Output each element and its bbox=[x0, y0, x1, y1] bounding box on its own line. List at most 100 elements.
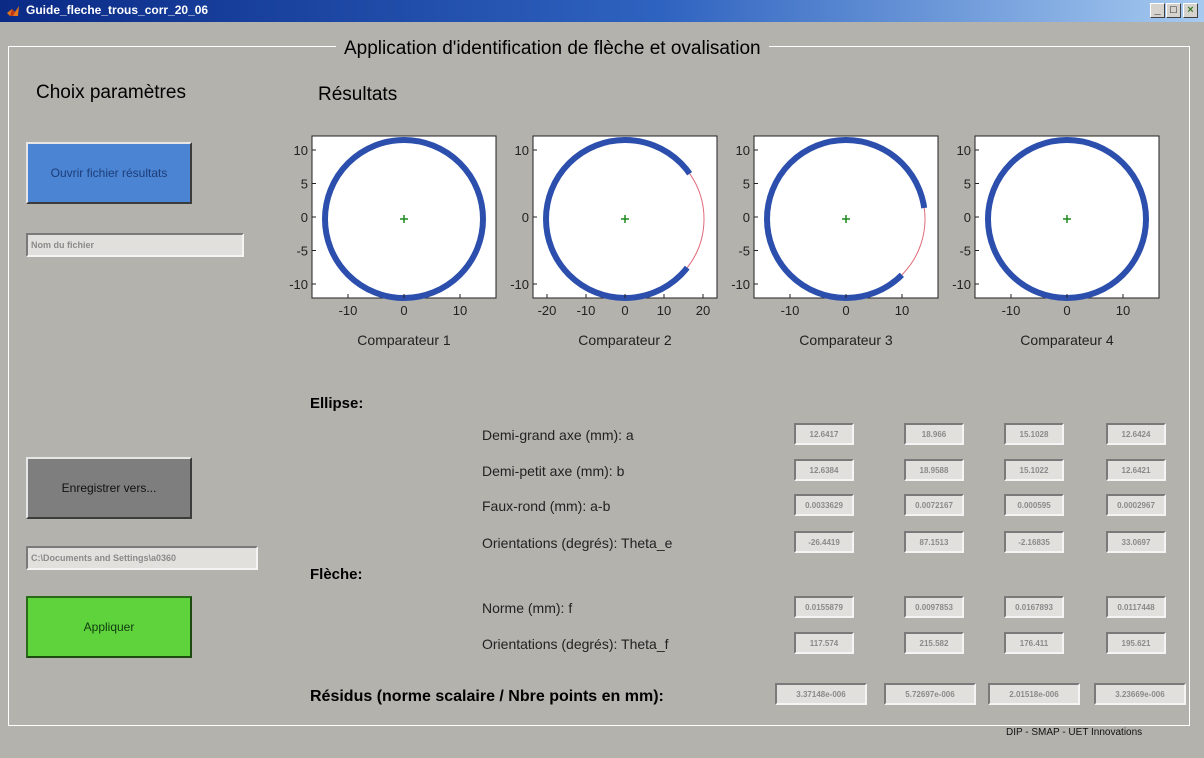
x-tick-label: 10 bbox=[657, 303, 671, 318]
results-heading: Résultats bbox=[318, 84, 398, 105]
plot-comparateur-3: 10 5 0 -5 -10 -10 0 10 Comparateur 3 bbox=[712, 128, 942, 358]
fleche-value-field: 215.582 bbox=[904, 632, 964, 654]
y-tick-label: 5 bbox=[301, 177, 308, 192]
y-tick-label: 0 bbox=[301, 210, 308, 225]
fleche-heading: Flèche: bbox=[310, 566, 363, 583]
plot-caption: Comparateur 4 bbox=[1020, 332, 1114, 348]
ellipse-value-field: -26.4419 bbox=[794, 531, 854, 553]
y-tick-label: 10 bbox=[736, 143, 750, 158]
residus-value-field: 5.72697e-006 bbox=[884, 683, 976, 705]
x-tick-label: 20 bbox=[696, 303, 710, 318]
open-results-file-label: Ouvrir fichier résultats bbox=[50, 166, 168, 180]
ellipse-value-field: 12.6424 bbox=[1106, 423, 1166, 445]
y-tick-label: -10 bbox=[289, 277, 308, 292]
plot-caption: Comparateur 1 bbox=[357, 332, 451, 348]
ellipse-value-field: 0.0033629 bbox=[794, 494, 854, 516]
filename-value: Nom du fichier bbox=[31, 240, 95, 250]
maximize-button[interactable]: □ bbox=[1166, 3, 1181, 18]
x-tick-label: 0 bbox=[621, 303, 628, 318]
plot-caption: Comparateur 3 bbox=[799, 332, 893, 348]
fleche-value-field: 0.0167893 bbox=[1004, 596, 1064, 618]
x-tick-label: 10 bbox=[453, 303, 467, 318]
plot-svg-3: 10 5 0 -5 -10 -10 0 10 bbox=[731, 135, 939, 318]
x-tick-label: -10 bbox=[781, 303, 800, 318]
window-title: Guide_fleche_trous_corr_20_06 bbox=[26, 3, 209, 17]
y-tick-label: -10 bbox=[731, 277, 750, 292]
residus-value-field: 3.23669e-006 bbox=[1094, 683, 1186, 705]
open-results-file-button[interactable]: Ouvrir fichier résultats bbox=[26, 142, 192, 204]
x-tick-label: 10 bbox=[1116, 303, 1130, 318]
ellipse-value-field: -2.16835 bbox=[1004, 531, 1064, 553]
x-tick-label: 10 bbox=[895, 303, 909, 318]
plot-svg-4: 10 5 0 -5 -10 -10 0 10 bbox=[952, 135, 1160, 318]
plot-comparateur-2: 10 0 -10 -20 -10 0 10 20 Comparateur 2 bbox=[491, 128, 721, 358]
page-title: Application d'identification de flèche e… bbox=[336, 38, 769, 60]
ellipse-value-field: 12.6417 bbox=[794, 423, 854, 445]
window-title-bar: Guide_fleche_trous_corr_20_06 _ □ × bbox=[0, 0, 1204, 22]
ellipse-row-label: Orientations (degrés): Theta_e bbox=[482, 535, 673, 551]
y-tick-label: 5 bbox=[743, 177, 750, 192]
x-tick-label: -10 bbox=[1002, 303, 1021, 318]
apply-label: Appliquer bbox=[83, 620, 135, 634]
save-path-field[interactable]: C:\Documents and Settings\a0360 bbox=[26, 546, 258, 570]
ellipse-row-label: Demi-petit axe (mm): b bbox=[482, 463, 625, 479]
x-tick-label: -10 bbox=[339, 303, 358, 318]
x-tick-label: 0 bbox=[400, 303, 407, 318]
ellipse-value-field: 12.6384 bbox=[794, 459, 854, 481]
filename-field[interactable]: Nom du fichier bbox=[26, 233, 244, 257]
save-to-label: Enregistrer vers... bbox=[61, 481, 157, 495]
ellipse-value-field: 0.000595 bbox=[1004, 494, 1064, 516]
y-tick-label: 0 bbox=[964, 210, 971, 225]
fleche-value-field: 195.621 bbox=[1106, 632, 1166, 654]
ellipse-value-field: 0.0072167 bbox=[904, 494, 964, 516]
y-tick-label: -5 bbox=[959, 244, 971, 259]
fleche-row-label: Norme (mm): f bbox=[482, 600, 573, 616]
fleche-value-field: 117.574 bbox=[794, 632, 854, 654]
fleche-value-field: 176.411 bbox=[1004, 632, 1064, 654]
fleche-row-label: Orientations (degrés): Theta_f bbox=[482, 636, 669, 652]
parameters-heading: Choix paramètres bbox=[36, 82, 186, 103]
close-button[interactable]: × bbox=[1183, 3, 1198, 18]
plot-comparateur-1: 10 5 0 -5 -10 -10 0 10 Comparateur 1 bbox=[270, 128, 500, 358]
plot-caption: Comparateur 2 bbox=[578, 332, 672, 348]
ellipse-heading: Ellipse: bbox=[310, 395, 364, 412]
y-tick-label: -10 bbox=[510, 277, 529, 292]
residus-value-field: 2.01518e-006 bbox=[988, 683, 1080, 705]
save-to-button[interactable]: Enregistrer vers... bbox=[26, 457, 192, 519]
y-tick-label: -5 bbox=[738, 244, 750, 259]
ellipse-value-field: 18.9588 bbox=[904, 459, 964, 481]
save-path-value: C:\Documents and Settings\a0360 bbox=[31, 553, 177, 563]
y-tick-label: 5 bbox=[964, 177, 971, 192]
fleche-value-field: 0.0117448 bbox=[1106, 596, 1166, 618]
y-tick-label: 10 bbox=[957, 143, 971, 158]
ellipse-value-field: 18.966 bbox=[904, 423, 964, 445]
x-tick-label: 0 bbox=[1063, 303, 1070, 318]
y-tick-label: 0 bbox=[522, 210, 529, 225]
y-tick-label: -10 bbox=[952, 277, 971, 292]
apply-button[interactable]: Appliquer bbox=[26, 596, 192, 658]
ellipse-row-label: Demi-grand axe (mm): a bbox=[482, 427, 634, 443]
minimize-button[interactable]: _ bbox=[1150, 3, 1165, 18]
y-tick-label: -5 bbox=[296, 244, 308, 259]
ellipse-value-field: 15.1022 bbox=[1004, 459, 1064, 481]
x-tick-label: -10 bbox=[577, 303, 596, 318]
y-tick-label: 10 bbox=[515, 143, 529, 158]
ellipse-value-field: 33.0697 bbox=[1106, 531, 1166, 553]
plot-comparateur-4: 10 5 0 -5 -10 -10 0 10 Comparateur 4 bbox=[933, 128, 1163, 358]
y-tick-label: 0 bbox=[743, 210, 750, 225]
y-tick-label: 10 bbox=[294, 143, 308, 158]
fleche-value-field: 0.0097853 bbox=[904, 596, 964, 618]
credit-text: DIP - SMAP - UET Innovations bbox=[1006, 727, 1143, 738]
ellipse-value-field: 0.0002967 bbox=[1106, 494, 1166, 516]
ellipse-value-field: 87.1513 bbox=[904, 531, 964, 553]
ellipse-row-label: Faux-rond (mm): a-b bbox=[482, 498, 611, 514]
plot-svg-2: 10 0 -10 -20 -10 0 10 20 bbox=[510, 135, 718, 318]
matlab-icon bbox=[7, 6, 19, 16]
x-tick-label: -20 bbox=[538, 303, 557, 318]
ellipse-value-field: 15.1028 bbox=[1004, 423, 1064, 445]
ellipse-value-field: 12.6421 bbox=[1106, 459, 1166, 481]
residus-value-field: 3.37148e-006 bbox=[775, 683, 867, 705]
fleche-value-field: 0.0155879 bbox=[794, 596, 854, 618]
residus-label: Résidus (norme scalaire / Nbre points en… bbox=[310, 688, 664, 705]
plot-svg-1: 10 5 0 -5 -10 -10 0 10 bbox=[289, 135, 497, 318]
